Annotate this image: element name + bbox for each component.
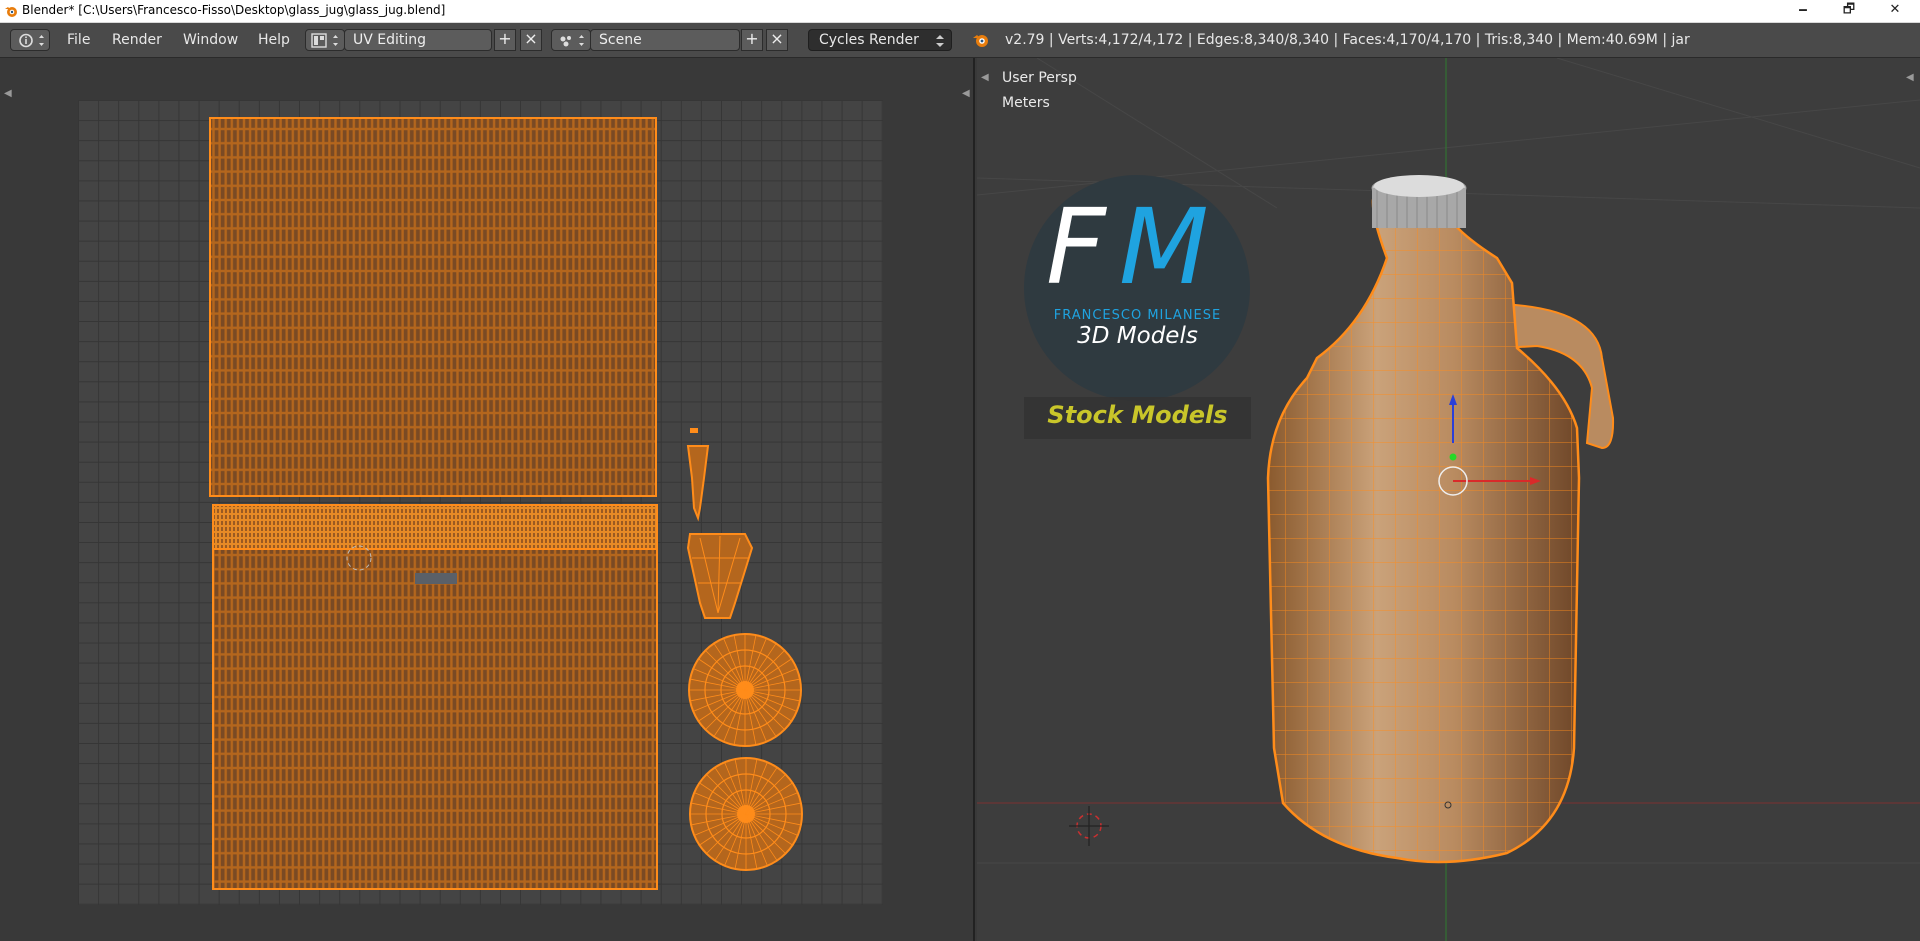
layout-name-field[interactable]: UV Editing [344, 29, 492, 51]
menu-render[interactable]: Render [112, 32, 162, 48]
screen-layout-icon [311, 33, 338, 48]
uv-island-body-lower [212, 548, 658, 890]
view-name-label: User Persp [1002, 70, 1077, 86]
scene-statistics: v2.79 | Verts:4,172/4,172 | Edges:8,340/… [1005, 32, 1690, 48]
editor-type-selector[interactable] [10, 29, 50, 51]
restore-button[interactable]: 🗗 [1826, 0, 1872, 22]
window-title: Blender* [C:\Users\Francesco-Fisso\Deskt… [22, 3, 446, 17]
scene-name-field[interactable]: Scene [590, 29, 740, 51]
uv-image-editor[interactable]: ◀ ◀ [0, 58, 975, 941]
brand-monogram-m: M [1119, 186, 1209, 308]
brand-monogram-f: F [1046, 186, 1106, 308]
render-engine-label: Cycles Render [819, 32, 919, 48]
close-window-button[interactable]: ✕ [1872, 0, 1918, 22]
uv-island-neck [686, 445, 710, 522]
screen-layout-selector[interactable] [305, 29, 345, 51]
minimize-button[interactable]: 🗕 [1780, 0, 1826, 22]
menu-help[interactable]: Help [258, 32, 290, 48]
units-label: Meters [1002, 95, 1050, 111]
scene-selector[interactable] [551, 29, 591, 51]
remove-scene-button[interactable]: × [766, 29, 788, 51]
brand-author: FRANCESCO MILANESE [1053, 308, 1222, 323]
scene-icon [560, 35, 584, 47]
info-header: File Render Window Help UV Editing + × S… [0, 23, 1920, 58]
uv-island-handle [212, 504, 658, 550]
chevron-updown-icon [936, 35, 944, 47]
blender-logo-icon [973, 35, 988, 47]
region-toggle-icon[interactable]: ◀ [1906, 72, 1914, 83]
3d-cursor-icon [1069, 806, 1109, 846]
3d-viewport[interactable]: ◀ ◀ User Persp Meters F M FRANCESCO MILA… [977, 58, 1920, 941]
render-engine-dropdown[interactable]: Cycles Render [808, 29, 952, 51]
brand-subtitle: 3D Models [1077, 323, 1198, 349]
menu-file[interactable]: File [67, 32, 90, 48]
uv-islands[interactable] [0, 58, 975, 941]
region-toggle-icon[interactable]: ◀ [981, 72, 989, 83]
uv-island-body-upper [209, 117, 657, 497]
uv-island-small [690, 428, 698, 433]
brand-banner: Stock Models [1047, 401, 1228, 429]
remove-layout-button[interactable]: × [520, 29, 542, 51]
add-scene-button[interactable]: + [741, 29, 763, 51]
uv-stretch-marker [415, 573, 457, 584]
info-icon [19, 33, 44, 48]
blender-logo-icon [5, 7, 17, 17]
add-layout-button[interactable]: + [494, 29, 516, 51]
window-titlebar: Blender* [C:\Users\Francesco-Fisso\Deskt… [0, 0, 1920, 23]
menu-window[interactable]: Window [183, 32, 238, 48]
